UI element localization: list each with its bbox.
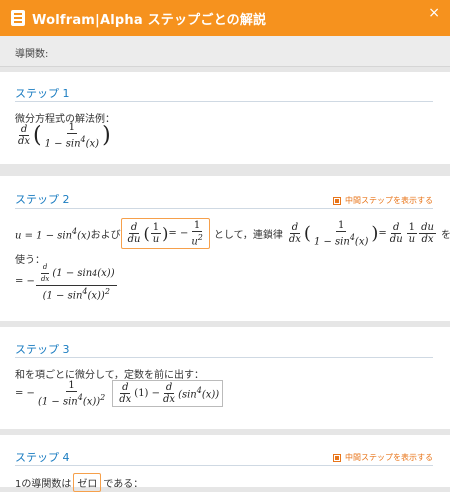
step-2-title: ステップ 2 [15,193,70,206]
step-4-text-end: である： [103,479,144,490]
highlighted-sum: d dx (1) − d dx (sin4(x)) [112,380,224,408]
step-3-title: ステップ 3 [15,343,70,356]
text-as: として，連鎖律 [213,230,283,242]
step-divider [15,357,433,358]
step-divider [15,208,433,209]
result-header: 導関数: [0,36,450,67]
step-4-text: 1の導関数は [15,479,72,490]
step-divider [15,465,433,466]
step-3-text: 和を項ごとに微分して，定数を前に出す： [15,370,204,381]
step-4-text-row: 1の導関数は ゼロ である： [15,473,143,492]
step-3-formula: = − 1 (1 − sin4(x))2 d dx (1) − d dx (sin4(… [15,380,224,408]
text-wo: を [440,230,450,242]
show-intermediate-label: 中間ステップを表示する [345,453,433,462]
step-divider [15,101,433,102]
plus-square-icon [333,453,341,462]
document-icon [11,10,25,26]
step-4-title: ステップ 4 [15,451,70,464]
step-3-pod: ステップ 3 和を項ごとに微分して，定数を前に出す： = − 1 (1 − sin… [0,327,450,429]
show-intermediate-steps-link[interactable]: 中間ステップを表示する [333,195,433,206]
step-4-pod: ステップ 4 中間ステップを表示する 1の導関数は ゼロ である： [0,435,450,492]
header-label: 導関数: [15,49,49,60]
zero-highlight: ゼロ [73,473,102,492]
show-intermediate-label: 中間ステップを表示する [345,196,433,205]
plus-square-icon [333,196,341,205]
text-and: および [90,230,121,242]
highlighted-derivative: d du (1 u) = − 1 u2 [120,218,210,250]
title-bar: Wolfram|Alpha ステップごとの解説 × [0,0,450,36]
step-2-pod: ステップ 2 中間ステップを表示する u = 1 − sin4(x) および d… [0,176,450,321]
close-icon[interactable]: × [428,5,440,21]
step-2-formula-line: u = 1 − sin4(x) および d du (1 u) = − 1 u2 として… [15,218,450,250]
window-title: Wolfram|Alpha ステップごとの解説 [32,12,267,28]
step-2-result: = − d dx (1 − sin 4 (x)) (1 − sin4(x))2 [15,263,117,302]
step-1-pod: ステップ 1 微分方程式の解法例： d dx ( 11 − sin4(x) ) [0,72,450,164]
step-1-formula: d dx ( 11 − sin4(x) ) [18,122,111,150]
show-intermediate-steps-link[interactable]: 中間ステップを表示する [333,452,433,463]
step-1-title: ステップ 1 [15,87,70,100]
